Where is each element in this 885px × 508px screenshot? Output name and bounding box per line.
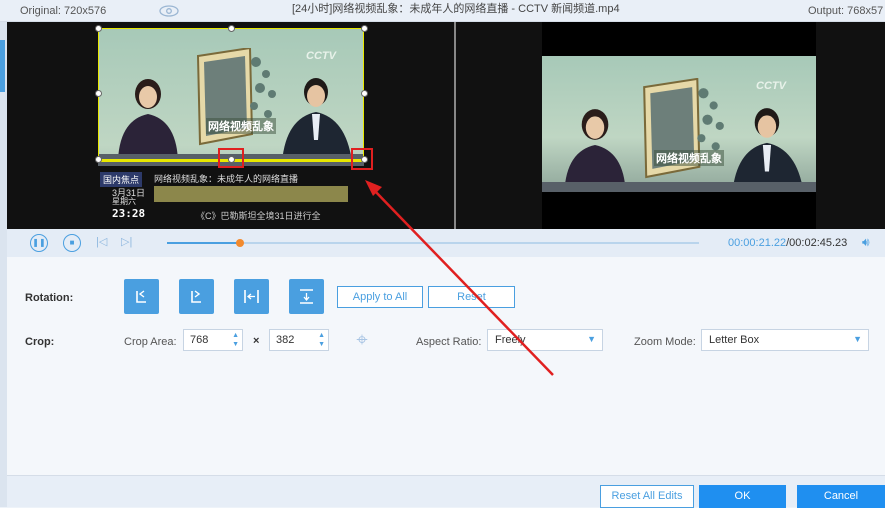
zoom-mode-value: Letter Box xyxy=(709,334,760,346)
left-edge xyxy=(0,22,7,507)
crop-height-value: 382 xyxy=(276,334,295,346)
ticker-clock: 23:28 xyxy=(112,207,146,220)
total-time: /00:02:45.23 xyxy=(786,237,848,249)
crop-handle-middle-left[interactable] xyxy=(95,90,102,97)
left-accent xyxy=(0,40,5,92)
output-video-frame: CCTV 网络视频乱象 xyxy=(542,56,816,192)
file-title: [24小时]网络视频乱象：未成年人的网络直播 - CCTV 新闻频道.mp4 xyxy=(292,3,620,15)
chevron-down-icon: ▼ xyxy=(587,334,596,344)
rotate-left-button[interactable] xyxy=(124,279,159,314)
rotate-right-button[interactable] xyxy=(179,279,214,314)
chevron-down-icon: ▼ xyxy=(853,334,862,344)
playback-controls: ❚❚ ■ |◁ ▷| 00:00:21.22/00:02:45.23 🔊︎ xyxy=(7,229,885,257)
crop-area-label: Crop Area: xyxy=(124,336,177,348)
footer-bar: Reset All Edits OK Cancel xyxy=(7,475,885,508)
aspect-ratio-value: Freely xyxy=(495,334,526,346)
output-screen-caption: 网络视频乱象 xyxy=(654,150,724,166)
progress-fill xyxy=(167,242,240,244)
crop-label: Crop: xyxy=(25,336,55,348)
reset-all-edits-button[interactable]: Reset All Edits xyxy=(600,485,694,508)
ticker-crawl: 《C》巴勒斯坦全境31日进行全 xyxy=(196,211,321,221)
rotation-label: Rotation: xyxy=(25,292,74,304)
original-preview[interactable]: CCTV 网络视频乱象 国内焦点 网络视频乱象：未成年人的网络直播 3月31日 … xyxy=(7,22,454,229)
ok-button[interactable]: OK xyxy=(699,485,786,508)
crop-handle-top-right[interactable] xyxy=(361,25,368,32)
reset-button[interactable]: Reset xyxy=(428,286,515,308)
crop-handle-bottom-left[interactable] xyxy=(95,156,102,163)
output-desk xyxy=(542,182,816,192)
ticker-blurred-bar xyxy=(154,186,348,202)
center-crop-icon[interactable]: ⌖ xyxy=(347,328,377,354)
top-bar: Original: 720x576 [24小时]网络视频乱象：未成年人的网络直播… xyxy=(0,0,885,22)
dimension-separator: × xyxy=(253,335,260,347)
pause-button[interactable]: ❚❚ xyxy=(30,234,48,252)
output-resolution: Output: 768x57 xyxy=(808,5,884,17)
rotate-left-icon xyxy=(136,290,146,303)
output-cctv-logo: CCTV xyxy=(756,80,786,92)
width-stepper-arrows-icon[interactable]: ▲ ▼ xyxy=(232,331,239,349)
progress-knob[interactable] xyxy=(236,239,244,247)
crop-handle-top-center[interactable] xyxy=(228,25,235,32)
ticker-tag: 国内焦点 xyxy=(100,172,143,187)
zoom-mode-label: Zoom Mode: xyxy=(634,336,696,348)
flip-vertical-icon xyxy=(300,289,313,304)
cancel-button[interactable]: Cancel xyxy=(797,485,885,508)
rotate-right-icon xyxy=(191,290,201,303)
crop-frame[interactable] xyxy=(98,28,364,160)
crop-handle-middle-right[interactable] xyxy=(361,90,368,97)
eye-icon[interactable] xyxy=(158,3,180,19)
output-male-anchor xyxy=(732,108,804,192)
news-ticker: 国内焦点 网络视频乱象：未成年人的网络直播 3月31日 星期六 23:28 《C… xyxy=(98,166,364,224)
original-resolution: Original: 720x576 xyxy=(20,5,107,17)
output-preview: CCTV 网络视频乱象 xyxy=(456,22,885,229)
volume-icon[interactable]: 🔊︎ xyxy=(862,235,870,250)
previous-frame-icon[interactable]: |◁ xyxy=(96,235,107,248)
zoom-mode-select[interactable]: Letter Box ▼ xyxy=(701,329,869,351)
flip-horizontal-button[interactable] xyxy=(234,279,269,314)
output-screen-graphic xyxy=(643,78,724,179)
next-frame-icon[interactable]: ▷| xyxy=(121,235,132,248)
stop-button[interactable]: ■ xyxy=(63,234,81,252)
highlight-box-bottom-center xyxy=(218,148,244,168)
crop-handle-top-left[interactable] xyxy=(95,25,102,32)
highlight-box-bottom-right xyxy=(351,148,373,170)
current-time: 00:00:21.22 xyxy=(728,237,787,249)
ticker-weekday: 星期六 xyxy=(112,197,136,206)
time-display: 00:00:21.22/00:02:45.23 xyxy=(728,237,847,249)
crop-height-stepper[interactable]: 382 ▲ ▼ xyxy=(269,329,329,351)
progress-track[interactable] xyxy=(167,242,699,244)
edit-panel: Rotation: Apply to All Reset Crop: Crop … xyxy=(7,257,885,475)
output-female-anchor xyxy=(564,109,626,192)
preview-area: CCTV 网络视频乱象 国内焦点 网络视频乱象：未成年人的网络直播 3月31日 … xyxy=(7,22,885,229)
height-stepper-arrows-icon[interactable]: ▲ ▼ xyxy=(318,331,325,349)
ticker-headline: 网络视频乱象：未成年人的网络直播 xyxy=(154,174,299,184)
aspect-ratio-select[interactable]: Freely ▼ xyxy=(487,329,603,351)
apply-to-all-button[interactable]: Apply to All xyxy=(337,286,423,308)
crop-width-value: 768 xyxy=(190,334,209,346)
flip-horizontal-icon xyxy=(244,290,259,303)
crop-width-stepper[interactable]: 768 ▲ ▼ xyxy=(183,329,243,351)
aspect-ratio-label: Aspect Ratio: xyxy=(416,336,482,348)
flip-vertical-button[interactable] xyxy=(289,279,324,314)
